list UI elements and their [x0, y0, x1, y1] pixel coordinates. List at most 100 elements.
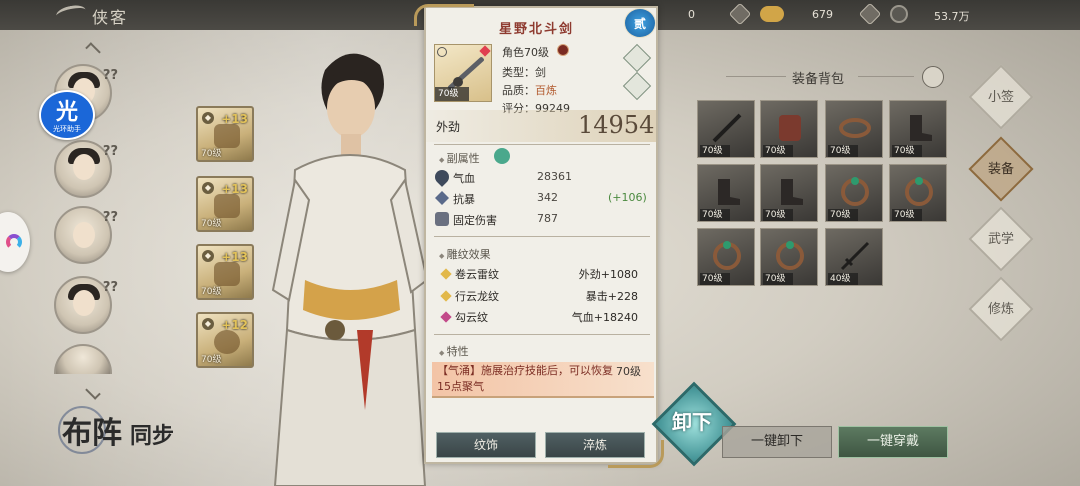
trait-level: 70级 [616, 365, 641, 378]
slot-type-icon: ◆ [202, 250, 214, 262]
enhance-level: +13 [221, 250, 248, 264]
page-title: 侠客 [92, 8, 129, 27]
item-icon[interactable]: 70级 [434, 44, 492, 102]
unequip-all-button[interactable]: 一键卸下 [722, 426, 832, 458]
engrave-name: 卷云雷纹 [455, 268, 499, 281]
quality-value: 百炼 [535, 84, 557, 97]
nav-tab-label: 小签 [987, 90, 1014, 105]
sub-attr-title: 副属性 [439, 150, 480, 166]
blade-icon [712, 113, 742, 143]
nav-tab-equipment[interactable]: 装备 [968, 136, 1034, 202]
stat-value: 28361 [537, 170, 572, 183]
ornament-button[interactable]: 纹饰 [436, 432, 536, 458]
sword-icon [840, 241, 870, 271]
bag-slot-7[interactable]: 70级 [825, 164, 883, 222]
stat-name: 固定伤害 [453, 214, 497, 227]
power-label: 外劲 [436, 120, 461, 134]
bag-slot-11[interactable]: 40级 [825, 228, 883, 286]
engrave-value: 外劲+1080 [578, 268, 638, 281]
sync-button[interactable]: 同步 [130, 418, 174, 450]
power-value: 14954 [578, 111, 655, 139]
hero-badge: ?? [102, 210, 118, 225]
enhance-level: +13 [221, 112, 248, 126]
currency-1-value: 0 [688, 8, 695, 21]
role-badge-icon [557, 44, 569, 56]
face-icon [73, 154, 95, 180]
equip-slot-3[interactable]: ◆ +13 70级 [196, 244, 254, 300]
divider [434, 236, 650, 237]
item-level: 70级 [763, 145, 793, 157]
item-type: 类型：剑 [502, 66, 546, 79]
bag-slot-10[interactable]: 70级 [760, 228, 818, 286]
equipment-icon [214, 330, 240, 354]
face-icon [73, 222, 95, 248]
equipment-icon [214, 124, 240, 148]
divider [726, 76, 786, 77]
stat-value: 787 [537, 212, 558, 225]
bag-slot-6[interactable]: 70级 [760, 164, 818, 222]
unequip-button[interactable]: 卸下 [672, 406, 712, 435]
sword-icon [447, 56, 485, 91]
engrave-value: 气血+18240 [571, 311, 638, 324]
swirl-icon [6, 234, 22, 250]
bag-slot-1[interactable]: 70级 [697, 100, 755, 158]
divider [434, 144, 650, 145]
hero-avatar-4[interactable]: ?? [54, 276, 118, 334]
stat-bonus: (+106) [608, 191, 647, 204]
app-logo[interactable]: 光 光环助手 [39, 90, 95, 140]
equip-all-button[interactable]: 一键穿戴 [838, 426, 948, 458]
formation-button[interactable]: 布阵 [62, 408, 122, 452]
bag-slot-5[interactable]: 70级 [697, 164, 755, 222]
item-level: 70级 [892, 145, 922, 157]
gem-icon [479, 45, 491, 57]
equip-slot-4[interactable]: ◆ +12 70级 [196, 312, 254, 368]
item-quality-row: 品质：百炼 [502, 82, 557, 98]
trait-title: 特性 [439, 343, 469, 359]
bag-slot-2[interactable]: 70级 [760, 100, 818, 158]
coin-icon [890, 5, 908, 23]
hero-avatar-2[interactable]: ?? [54, 140, 118, 198]
refine-button[interactable]: 淬炼 [545, 432, 645, 458]
item-level: 70级 [763, 209, 793, 221]
item-name: 星野北斗剑 [499, 22, 575, 37]
engrave-name: 勾云纹 [455, 311, 488, 324]
boots-icon [718, 179, 740, 205]
equip-slot-1[interactable]: ◆ +13 70级 [196, 106, 254, 162]
character-figure [271, 53, 429, 486]
hero-avatar-3[interactable]: ?? [54, 206, 118, 264]
hero-badge: ?? [102, 280, 118, 295]
bag-slot-8[interactable]: 70级 [889, 164, 947, 222]
filter-icon[interactable] [922, 66, 944, 88]
boots-icon [781, 179, 803, 205]
add-currency-icon-2[interactable] [858, 2, 882, 26]
sword-guard [453, 77, 463, 87]
gold-ingot-icon [760, 6, 784, 22]
back-icon[interactable] [54, 3, 88, 23]
item-level: 70级 [201, 149, 222, 159]
nav-tab-3[interactable]: 武学 [968, 206, 1034, 272]
magnifier-icon[interactable] [437, 47, 447, 57]
engrave-value: 暴击+228 [585, 290, 638, 303]
boots-icon [910, 115, 932, 141]
nav-tab-1[interactable]: 小签 [968, 64, 1034, 130]
fixed-damage-icon [435, 212, 449, 226]
item-level: 40级 [828, 273, 858, 285]
currency-3-value: 53.7万 [934, 10, 970, 23]
stat-name: 气血 [453, 172, 475, 185]
nav-tab-label: 装备 [987, 162, 1014, 177]
stat-name: 抗暴 [453, 193, 475, 206]
quality-label: 品质： [502, 84, 535, 97]
bag-slot-3[interactable]: 70级 [825, 100, 883, 158]
nav-tab-4[interactable]: 修炼 [968, 276, 1034, 342]
trait-text: 【气涌】施展治疗技能后，可以恢复15点聚气 [437, 364, 613, 393]
add-currency-icon[interactable] [728, 2, 752, 26]
bag-slot-4[interactable]: 70级 [889, 100, 947, 158]
bag-slot-9[interactable]: 70级 [697, 228, 755, 286]
item-level: 70级 [201, 287, 222, 297]
equip-slot-2[interactable]: ◆ +13 70级 [196, 176, 254, 232]
item-icon-level: 70级 [435, 87, 469, 101]
enhance-level: +12 [221, 318, 248, 332]
nav-tab-label: 武学 [987, 232, 1014, 247]
search-icon[interactable] [494, 148, 510, 164]
nav-tab-label: 修炼 [987, 302, 1014, 317]
